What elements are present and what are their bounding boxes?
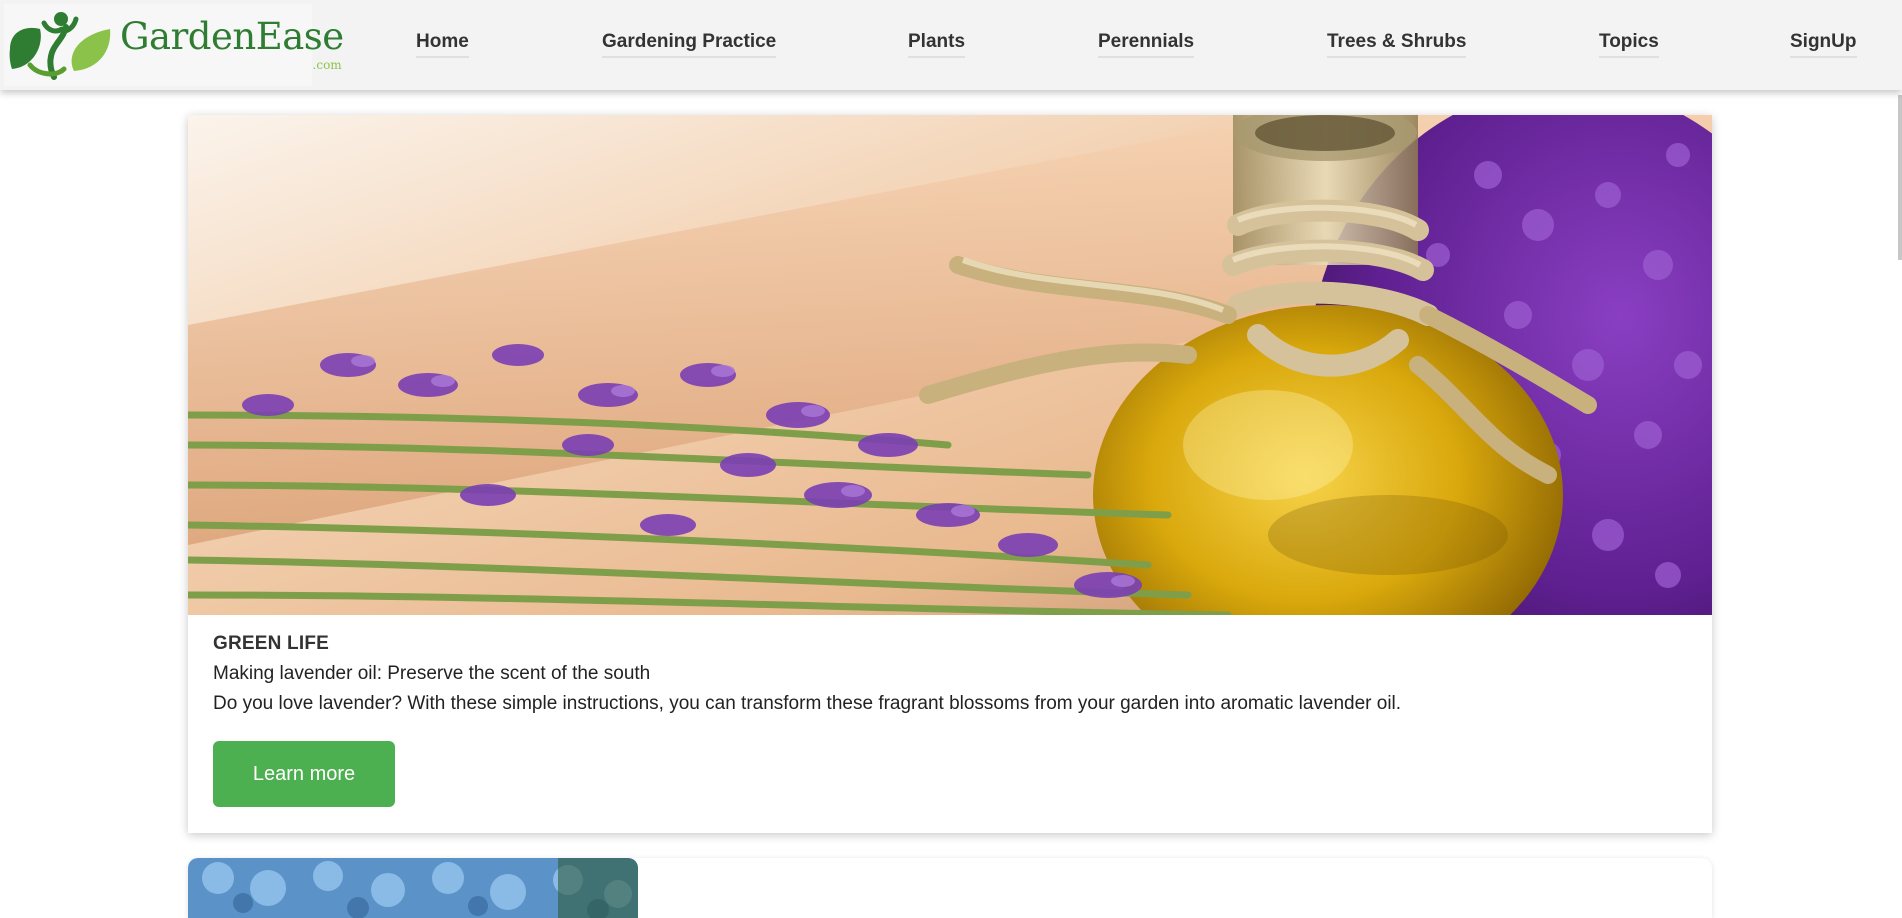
article-title: Making lavender oil: Preserve the scent …	[213, 663, 651, 684]
featured-article-card: GREEN LIFE Making lavender oil: Preserve…	[188, 115, 1712, 833]
nav-home[interactable]: Home	[416, 31, 469, 58]
lavender-oil-image	[188, 115, 1712, 615]
article-description: Do you love lavender? With these simple …	[213, 693, 1402, 714]
nav-trees-shrubs[interactable]: Trees & Shrubs	[1327, 31, 1467, 58]
next-article-card	[188, 858, 1712, 918]
nav-plants[interactable]: Plants	[908, 31, 966, 58]
nav-gardening-practice[interactable]: Gardening Practice	[602, 31, 777, 58]
learn-more-button[interactable]: Learn more	[213, 741, 395, 807]
nav-perennials[interactable]: Perennials	[1098, 31, 1195, 58]
page-scrollbar[interactable]	[1898, 95, 1902, 260]
card-body: GREEN LIFE Making lavender oil: Preserve…	[213, 629, 1693, 719]
article-category: GREEN LIFE	[213, 633, 330, 654]
nav-signup[interactable]: SignUp	[1790, 31, 1857, 58]
main-nav: Home Gardening Practice Plants Perennial…	[0, 0, 1902, 90]
site-header: GardenEase .com Home Gardening Practice …	[0, 0, 1902, 90]
hydrangea-image	[188, 858, 638, 918]
nav-topics[interactable]: Topics	[1599, 31, 1659, 58]
